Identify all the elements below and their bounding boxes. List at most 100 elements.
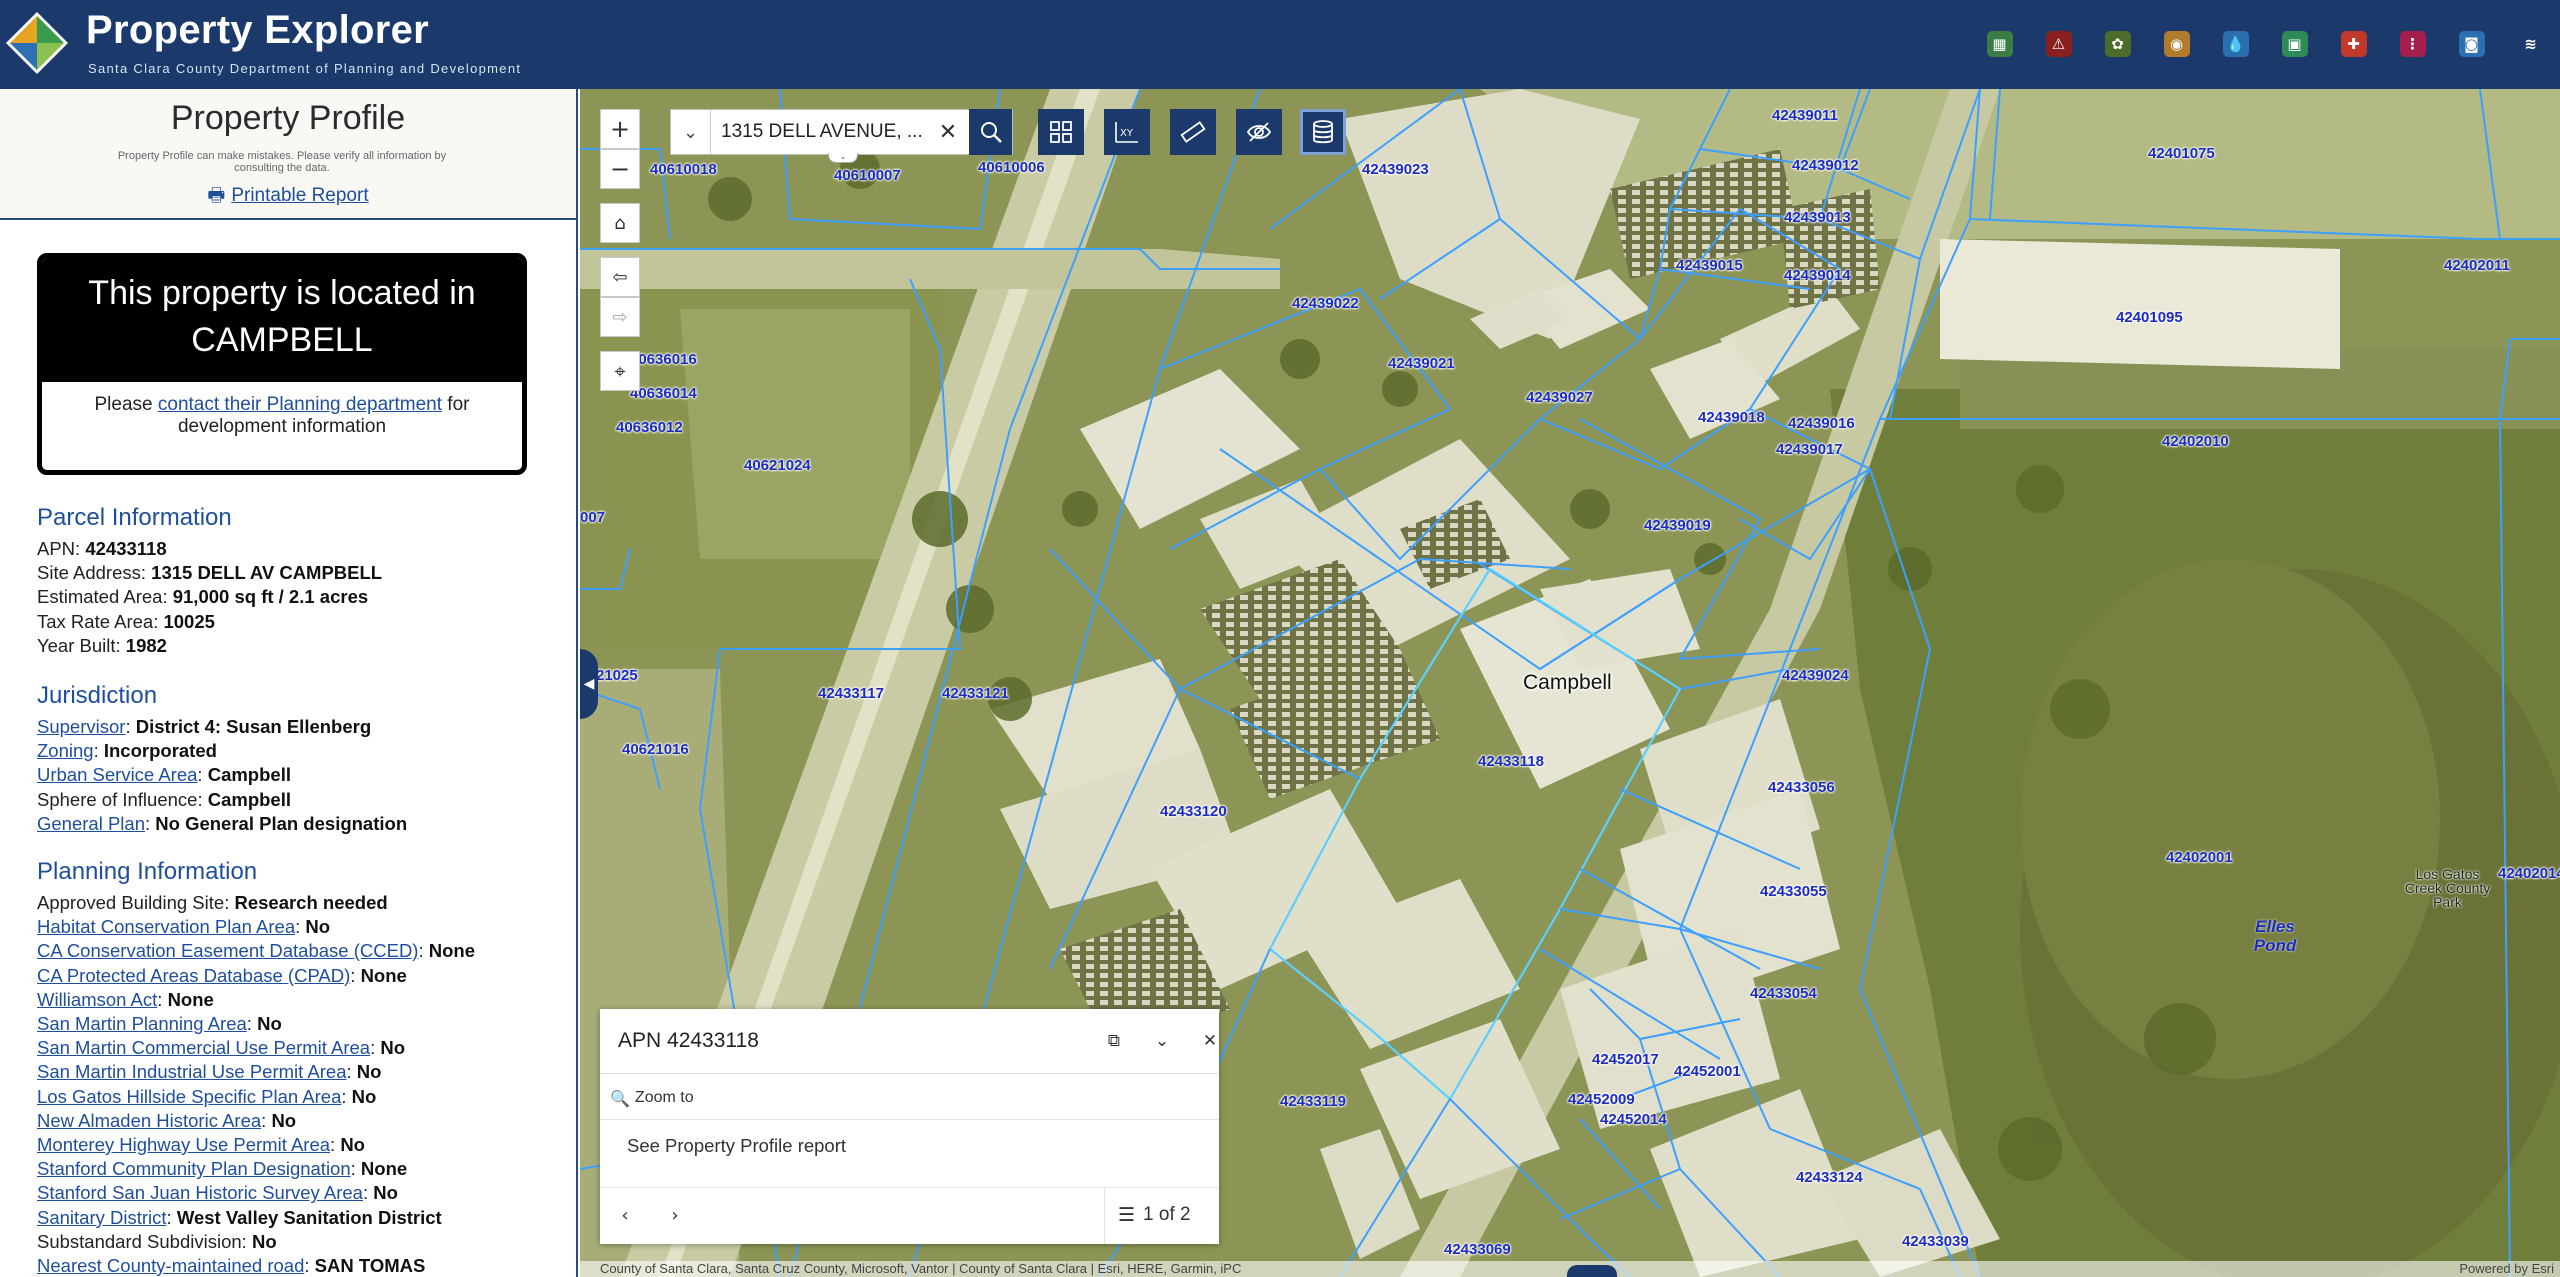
locate-button[interactable]: ⌖	[600, 351, 640, 391]
measure-tool-button[interactable]	[1170, 109, 1216, 155]
parcel-map-label[interactable]: 42433039	[1902, 1233, 1969, 1250]
header-tool-button-camera[interactable]: ◙	[2442, 22, 2501, 66]
parcel-map-label[interactable]: 42402001	[2166, 849, 2233, 866]
swipe-tool-button[interactable]	[1236, 109, 1282, 155]
header-tool-button-parcel-box[interactable]: ▣	[2265, 22, 2324, 66]
planning-row-label[interactable]: Los Gatos Hillside Specific Plan Area	[37, 1086, 341, 1107]
header-tool-button-hazard-warning[interactable]: ⚠	[2029, 22, 2088, 66]
close-popup-button[interactable]: ✕	[1192, 1023, 1228, 1059]
parcel-map-label[interactable]: 007	[580, 509, 605, 526]
layer-list-button[interactable]	[1300, 109, 1346, 155]
planning-row-label[interactable]: Stanford San Juan Historic Survey Area	[37, 1182, 363, 1203]
parcel-map-label[interactable]: 42439018	[1698, 409, 1765, 426]
planning-row-label[interactable]: Monterey Highway Use Permit Area	[37, 1134, 330, 1155]
parcel-map-label[interactable]: 42439023	[1362, 161, 1429, 178]
parcel-map-label[interactable]: 42433120	[1160, 803, 1227, 820]
parcel-map-label[interactable]: 42452001	[1674, 1063, 1741, 1080]
jurisdiction-row-label[interactable]: Supervisor	[37, 716, 125, 737]
planning-department-link[interactable]: contact their Planning department	[158, 394, 442, 415]
parcel-map-label[interactable]: 40610018	[650, 161, 717, 178]
next-extent-button[interactable]: ⇨	[600, 297, 640, 337]
planning-row-label[interactable]: San Martin Commercial Use Permit Area	[37, 1037, 370, 1058]
parcel-map-label[interactable]: 42401075	[2148, 145, 2215, 162]
parcel-map-label[interactable]: 42439012	[1792, 157, 1859, 174]
parcel-map-label[interactable]: 42433124	[1796, 1169, 1863, 1186]
collapse-popup-button[interactable]: ⌄	[1144, 1023, 1180, 1059]
jurisdiction-row-label[interactable]: Urban Service Area	[37, 764, 197, 785]
search-clear-button[interactable]: ✕	[927, 110, 969, 154]
jurisdiction-row-label[interactable]: Zoning	[37, 740, 94, 761]
parcel-map-label[interactable]: 42439013	[1784, 209, 1851, 226]
parcel-map-label[interactable]: 42439016	[1788, 415, 1855, 432]
parcel-map-label[interactable]: 42433055	[1760, 883, 1827, 900]
collapse-panel-button[interactable]: ◀	[580, 649, 598, 719]
parcel-map-label[interactable]: 42439019	[1644, 517, 1711, 534]
parcel-map-label[interactable]: 42452017	[1592, 1051, 1659, 1068]
header-tool-button-agriculture[interactable]: ✿	[2088, 22, 2147, 66]
parcel-map-label[interactable]: 40621016	[622, 741, 689, 758]
header-tool-button-traffic-light[interactable]: ⋮	[2383, 22, 2442, 66]
parcel-map-label[interactable]: 42401095	[2116, 309, 2183, 326]
planning-row-label[interactable]: CA Protected Areas Database (CPAD)	[37, 965, 350, 986]
planning-row-label[interactable]: San Martin Planning Area	[37, 1013, 247, 1034]
parcel-map-label[interactable]: 42433056	[1768, 779, 1835, 796]
header-tool-button-compass[interactable]: ✚	[2324, 22, 2383, 66]
header-tool-button-water-drop[interactable]: 💧	[2206, 22, 2265, 66]
planning-row-label[interactable]: Stanford Community Plan Designation	[37, 1158, 351, 1179]
planning-row-label[interactable]: Nearest County-maintained road	[37, 1255, 304, 1276]
parcel-map-label[interactable]: 42439014	[1784, 267, 1851, 284]
zoom-out-button[interactable]: −	[600, 149, 640, 189]
planning-row-label[interactable]: Williamson Act	[37, 989, 157, 1010]
search-button[interactable]	[969, 109, 1012, 155]
parcel-map-label[interactable]: 40621024	[744, 457, 811, 474]
parcel-map-label[interactable]: 42439017	[1776, 441, 1843, 458]
bottom-panel-handle[interactable]	[1567, 1265, 1617, 1277]
parcel-map-label[interactable]: 42402014	[2498, 865, 2560, 882]
parcel-map-label[interactable]: 40636016	[630, 351, 697, 368]
parcel-map-label[interactable]: 42433118	[1478, 753, 1544, 770]
search-source-dropdown[interactable]: ⌄	[671, 110, 711, 154]
zoom-in-button[interactable]: +	[600, 109, 640, 149]
parcel-map-label[interactable]: 40610007	[834, 167, 901, 184]
parcel-map-label[interactable]: 21025	[596, 667, 638, 684]
parcel-map-label[interactable]: 42402011	[2444, 257, 2510, 274]
parcel-map-label[interactable]: 40636014	[630, 385, 697, 402]
parcel-map-label[interactable]: 42433054	[1750, 985, 1817, 1002]
parcel-map-label[interactable]: 42433069	[1444, 1241, 1511, 1258]
previous-extent-button[interactable]: ⇦	[600, 257, 640, 297]
search-expand-tab[interactable]: ⌄	[828, 153, 858, 163]
parcel-map-label[interactable]: 42439011	[1772, 107, 1838, 124]
parcel-map-label[interactable]: 40636012	[616, 419, 683, 436]
map-view[interactable]: 40610018 40610007 40610006 42439023 42439011…	[580, 89, 2560, 1277]
planning-row-label[interactable]: CA Conservation Easement Database (CCED)	[37, 940, 418, 961]
zoom-to-button[interactable]: 🔍 Zoom to	[610, 1077, 694, 1119]
parcel-map-label[interactable]: 42402010	[2162, 433, 2229, 450]
parcel-map-label[interactable]: 42452009	[1568, 1091, 1635, 1108]
parcel-map-label[interactable]: 42433119	[1280, 1093, 1346, 1110]
parcel-map-label[interactable]: 42439021	[1388, 355, 1455, 372]
parcel-map-label[interactable]: 42439024	[1782, 667, 1849, 684]
next-feature-button[interactable]: ›	[655, 1195, 695, 1235]
search-input[interactable]	[711, 110, 927, 154]
esri-credit[interactable]: Powered by Esri	[2459, 1261, 2554, 1277]
jurisdiction-row-label[interactable]: General Plan	[37, 813, 145, 834]
header-tool-button-soil[interactable]: ◉	[2147, 22, 2206, 66]
parcel-map-label[interactable]: 42439015	[1676, 257, 1743, 274]
previous-feature-button[interactable]: ‹	[605, 1195, 645, 1235]
home-button[interactable]: ⌂	[600, 203, 640, 243]
parcel-map-label[interactable]: 40610006	[978, 159, 1045, 176]
parcel-map-label[interactable]: 42433117	[818, 685, 884, 702]
planning-row-label[interactable]: Sanitary District	[37, 1207, 167, 1228]
parcel-map-label[interactable]: 42439022	[1292, 295, 1359, 312]
header-tool-button-layers[interactable]: ≋	[2501, 22, 2560, 66]
printable-report-link[interactable]: 🖶 Printable Report	[0, 181, 576, 213]
planning-row-label[interactable]: New Almaden Historic Area	[37, 1110, 261, 1131]
coordinate-tool-button[interactable]: XY	[1104, 109, 1150, 155]
parcel-map-label[interactable]: 42439027	[1526, 389, 1593, 406]
planning-row-label[interactable]: San Martin Industrial Use Permit Area	[37, 1061, 347, 1082]
parcel-map-label[interactable]: 42433121	[942, 685, 1009, 702]
planning-row-label[interactable]: Habitat Conservation Plan Area	[37, 916, 295, 937]
dock-popup-button[interactable]: ⧉	[1096, 1023, 1132, 1059]
header-tool-button-map-layers[interactable]: ▦	[1970, 22, 2029, 66]
parcel-map-label[interactable]: 42452014	[1600, 1111, 1667, 1128]
